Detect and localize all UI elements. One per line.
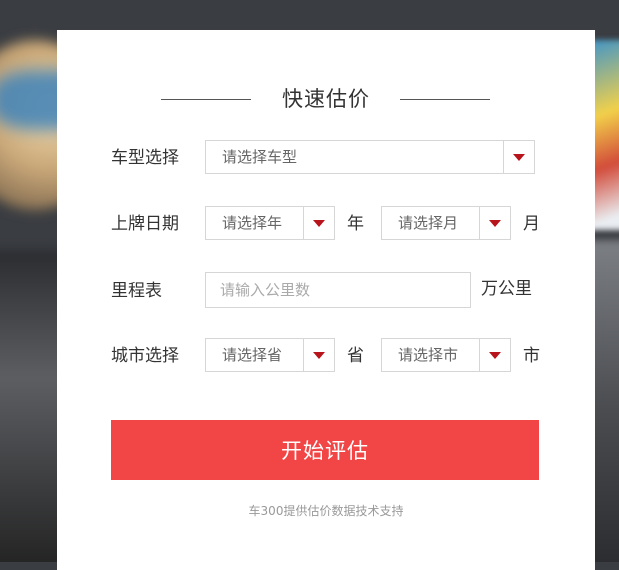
year-unit: 年 — [347, 214, 364, 234]
month-dropdown-toggle[interactable] — [479, 207, 510, 239]
year-dropdown-toggle[interactable] — [303, 207, 334, 239]
plate-date-label: 上牌日期 — [111, 214, 179, 234]
month-placeholder: 请选择月 — [398, 214, 459, 232]
chevron-down-icon — [513, 154, 525, 161]
city-placeholder: 请选择市 — [398, 346, 459, 364]
mileage-input[interactable] — [205, 272, 471, 308]
mileage-unit: 万公里 — [481, 279, 532, 299]
car-model-dropdown-toggle[interactable] — [503, 141, 534, 173]
province-placeholder: 请选择省 — [222, 346, 283, 364]
chevron-down-icon — [313, 352, 325, 359]
title-divider-right — [400, 99, 490, 100]
year-placeholder: 请选择年 — [222, 214, 283, 232]
province-dropdown-toggle[interactable] — [303, 339, 334, 371]
city-label: 城市选择 — [111, 346, 179, 366]
city-dropdown-toggle[interactable] — [479, 339, 510, 371]
city-unit: 市 — [523, 346, 540, 366]
year-select[interactable]: 请选择年 — [205, 206, 335, 240]
data-support-footnote: 车300提供估价数据技术支持 — [248, 504, 404, 518]
mileage-label: 里程表 — [111, 281, 162, 301]
car-model-placeholder: 请选择车型 — [222, 148, 298, 166]
city-select[interactable]: 请选择市 — [381, 338, 511, 372]
quick-valuation-card: 快速估价 车型选择 请选择车型 上牌日期 请选择年 年 请选择月 月 里程表 万… — [57, 30, 595, 570]
month-unit: 月 — [523, 214, 540, 234]
card-title: 快速估价 — [282, 87, 370, 111]
chevron-down-icon — [489, 220, 501, 227]
start-valuation-button[interactable]: 开始评估 — [111, 420, 539, 480]
chevron-down-icon — [313, 220, 325, 227]
month-select[interactable]: 请选择月 — [381, 206, 511, 240]
car-model-label: 车型选择 — [111, 148, 179, 168]
car-model-select[interactable]: 请选择车型 — [205, 140, 535, 174]
province-select[interactable]: 请选择省 — [205, 338, 335, 372]
province-unit: 省 — [347, 346, 364, 366]
chevron-down-icon — [489, 352, 501, 359]
